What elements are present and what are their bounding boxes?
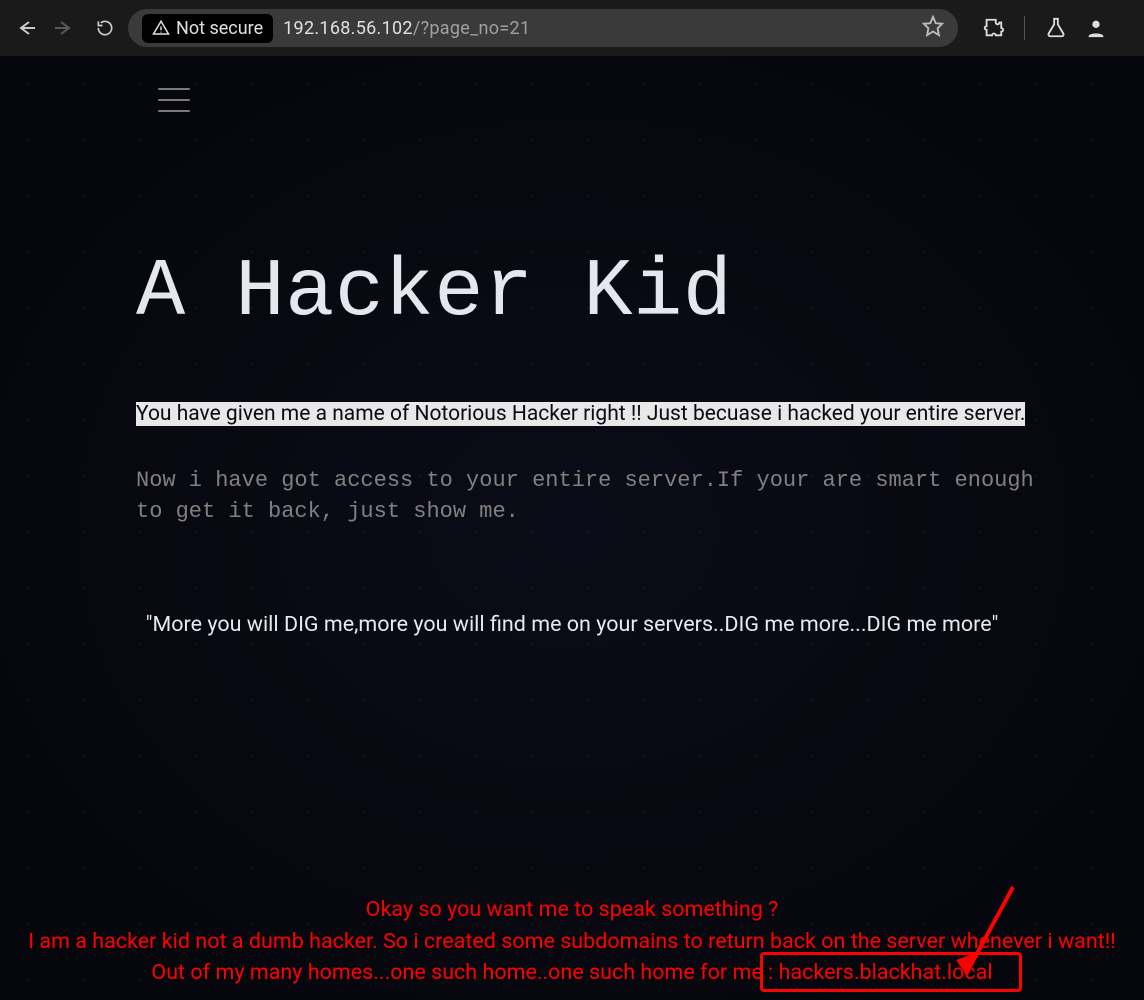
- puzzle-icon: [982, 17, 1004, 39]
- extensions-button[interactable]: [980, 15, 1006, 41]
- page-body: A Hacker Kid You have given me a name of…: [0, 56, 1144, 1000]
- highlighted-text: You have given me a name of Notorious Ha…: [136, 402, 1025, 426]
- page-title: A Hacker Kid: [136, 246, 1036, 339]
- toolbar-right: [964, 15, 1109, 41]
- dig-quote: "More you will DIG me,more you will find…: [0, 612, 1144, 637]
- security-chip[interactable]: Not secure: [142, 14, 273, 43]
- arrow-right-icon: [55, 18, 75, 38]
- hamburger-line: [158, 88, 190, 90]
- arrow-left-icon: [15, 18, 35, 38]
- hamburger-line: [158, 99, 190, 101]
- browser-toolbar: Not secure 192.168.56.102/?page_no=21: [0, 0, 1144, 56]
- security-label: Not secure: [176, 18, 263, 39]
- url-path: /?page_no=21: [413, 18, 531, 39]
- hamburger-line: [158, 110, 190, 112]
- reload-button[interactable]: [88, 11, 122, 45]
- star-icon: [922, 15, 944, 37]
- speak-line-3: Out of my many homes...one such home..on…: [12, 957, 1132, 988]
- main-content: A Hacker Kid You have given me a name of…: [136, 246, 1036, 528]
- speak-line-2: I am a hacker kid not a dumb hacker. So …: [12, 926, 1132, 957]
- divider: [1024, 16, 1025, 40]
- menu-button[interactable]: [158, 88, 190, 112]
- speak-block: Okay so you want me to speak something ?…: [0, 894, 1144, 988]
- flask-icon: [1045, 17, 1067, 39]
- intro-highlighted: You have given me a name of Notorious Ha…: [136, 399, 1036, 431]
- warning-icon: [152, 19, 170, 37]
- bookmark-button[interactable]: [922, 15, 944, 41]
- reload-icon: [95, 18, 115, 38]
- address-bar[interactable]: Not secure 192.168.56.102/?page_no=21: [128, 9, 958, 47]
- back-button[interactable]: [8, 11, 42, 45]
- speak-line-1: Okay so you want me to speak something ?: [12, 894, 1132, 925]
- labs-button[interactable]: [1043, 15, 1069, 41]
- intro-dim: Now i have got access to your entire ser…: [136, 465, 1036, 529]
- url-host: 192.168.56.102: [283, 18, 413, 39]
- url-text: 192.168.56.102/?page_no=21: [283, 18, 530, 39]
- profile-button[interactable]: [1083, 15, 1109, 41]
- forward-button: [48, 11, 82, 45]
- user-icon: [1085, 17, 1107, 39]
